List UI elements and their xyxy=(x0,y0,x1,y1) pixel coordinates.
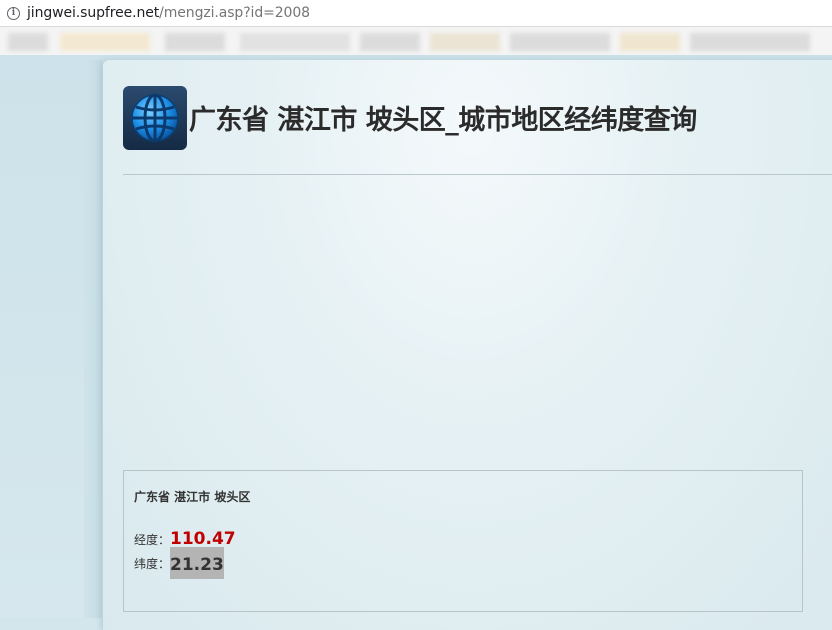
url-path: /mengzi.asp?id=2008 xyxy=(159,5,310,21)
result-box: 广东省 湛江市 坡头区 经度： 110.47 纬度： 21.23 xyxy=(123,470,803,612)
latitude-label: 纬度： xyxy=(134,556,171,571)
location-name: 广东省 湛江市 坡头区 xyxy=(134,490,251,504)
latitude-value: 21.23 xyxy=(170,547,224,579)
left-sidebar-strip xyxy=(84,60,102,618)
header-divider xyxy=(123,174,832,175)
longitude-label: 经度： xyxy=(134,532,171,547)
globe-icon[interactable] xyxy=(123,85,187,150)
url-text[interactable]: jingwei.supfree.net/mengzi.asp?id=2008 xyxy=(27,5,310,21)
address-bar[interactable]: i jingwei.supfree.net/mengzi.asp?id=2008 xyxy=(0,0,832,27)
latitude-row: 纬度： 21.23 xyxy=(134,547,224,579)
page-title: 广东省 湛江市 坡头区_城市地区经纬度查询 xyxy=(189,105,697,137)
page-header: 广东省 湛江市 坡头区_城市地区经纬度查询 xyxy=(123,80,697,155)
url-host: jingwei.supfree.net xyxy=(27,5,160,21)
info-icon[interactable]: i xyxy=(7,6,20,20)
bookmarks-bar-blurred xyxy=(0,27,832,55)
longitude-row: 经度： 110.47 xyxy=(134,529,236,549)
longitude-value: 110.47 xyxy=(170,529,236,549)
